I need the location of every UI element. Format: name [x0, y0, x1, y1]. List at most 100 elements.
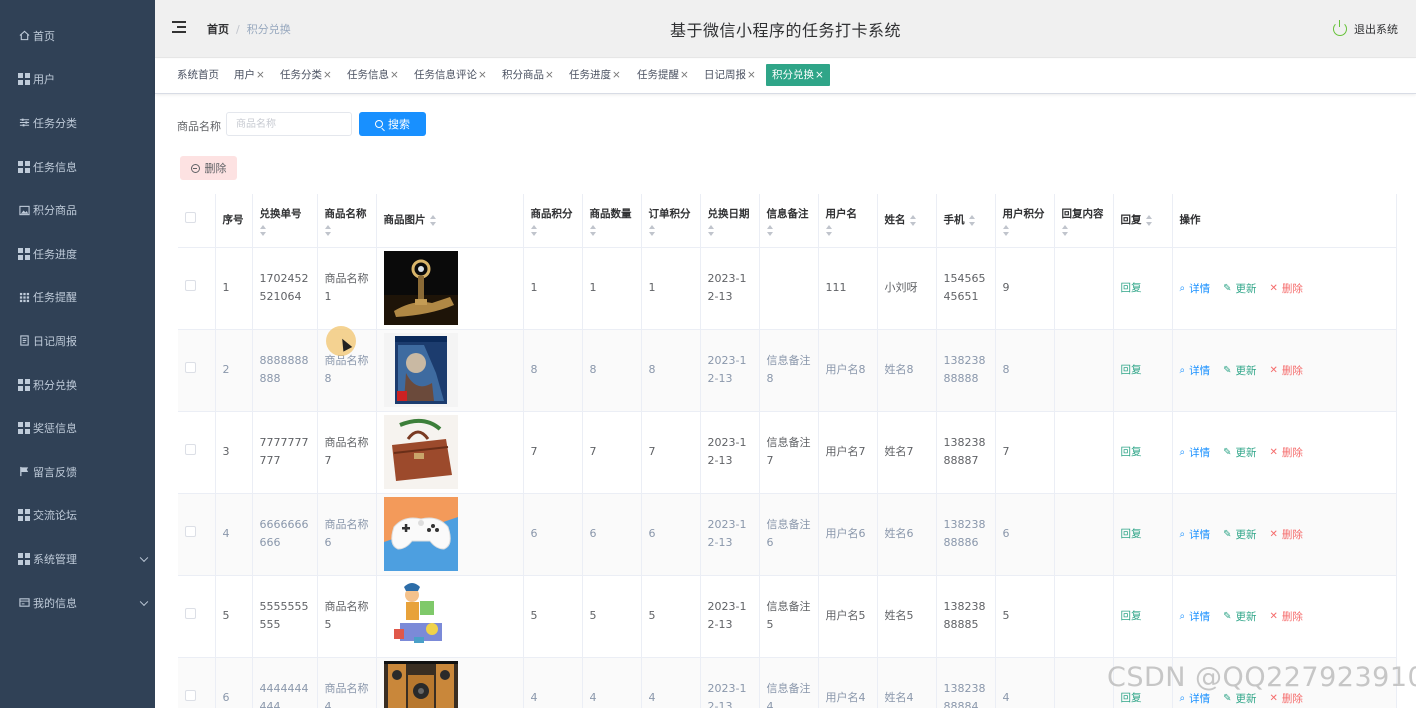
- column-header-3[interactable]: 商品图片: [376, 194, 524, 248]
- product-image[interactable]: [383, 415, 516, 489]
- column-header-5[interactable]: 商品数量: [582, 194, 642, 248]
- sort-icon[interactable]: [708, 224, 715, 236]
- reply-button[interactable]: 回复: [1121, 692, 1142, 704]
- column-header-9[interactable]: 用户名: [818, 194, 878, 248]
- sidebar-item-3[interactable]: 任务信息: [0, 145, 155, 189]
- column-header-12[interactable]: 用户积分: [995, 194, 1055, 248]
- column-header-0[interactable]: 序号: [215, 194, 253, 248]
- tag-7[interactable]: 任务提醒×: [637, 64, 689, 86]
- product-image[interactable]: [383, 497, 516, 571]
- detail-button[interactable]: ⌕ 详情: [1180, 526, 1211, 544]
- search-button[interactable]: 搜索: [359, 112, 426, 136]
- reply-button[interactable]: 回复: [1121, 282, 1142, 294]
- close-icon[interactable]: ×: [680, 69, 689, 81]
- detail-button[interactable]: ⌕ 详情: [1180, 280, 1211, 298]
- sidebar-item-13[interactable]: 我的信息: [0, 581, 155, 625]
- batch-delete-button[interactable]: 删除: [180, 156, 237, 180]
- sort-icon[interactable]: [531, 224, 538, 236]
- detail-button[interactable]: ⌕ 详情: [1180, 608, 1211, 626]
- delete-button[interactable]: ✕ 删除: [1270, 444, 1303, 462]
- sort-icon[interactable]: [1062, 224, 1069, 236]
- reply-button[interactable]: 回复: [1121, 446, 1142, 458]
- delete-button[interactable]: ✕ 删除: [1270, 280, 1303, 298]
- column-header-11[interactable]: 手机: [936, 194, 996, 248]
- logout-button[interactable]: 退出系统: [1333, 20, 1398, 37]
- column-header-13[interactable]: 回复内容: [1054, 194, 1114, 248]
- tag-0[interactable]: 系统首页: [177, 64, 219, 86]
- sort-icon[interactable]: [590, 224, 597, 236]
- column-header-8[interactable]: 信息备注: [759, 194, 819, 248]
- sort-icon[interactable]: [260, 224, 267, 236]
- tag-6[interactable]: 任务进度×: [569, 64, 621, 86]
- sidebar-item-4[interactable]: 积分商品: [0, 188, 155, 232]
- update-button[interactable]: ✎ 更新: [1223, 362, 1256, 380]
- delete-button[interactable]: ✕ 删除: [1270, 608, 1303, 626]
- sidebar-item-2[interactable]: 任务分类: [0, 101, 155, 145]
- product-image[interactable]: [383, 333, 516, 407]
- tag-2[interactable]: 任务分类×: [280, 64, 332, 86]
- delete-button[interactable]: ✕ 删除: [1270, 362, 1303, 380]
- tag-1[interactable]: 用户×: [234, 64, 265, 86]
- sort-icon[interactable]: [1003, 224, 1010, 236]
- delete-button[interactable]: ✕ 删除: [1270, 526, 1303, 544]
- close-icon[interactable]: ×: [390, 69, 399, 81]
- sort-icon[interactable]: [325, 224, 332, 236]
- tag-4[interactable]: 任务信息评论×: [414, 64, 487, 86]
- sidebar-item-11[interactable]: 交流论坛: [0, 494, 155, 538]
- row-checkbox[interactable]: [185, 526, 196, 537]
- column-header-6[interactable]: 订单积分: [641, 194, 701, 248]
- close-icon[interactable]: ×: [545, 69, 554, 81]
- update-button[interactable]: ✎ 更新: [1223, 608, 1256, 626]
- sidebar-item-12[interactable]: 系统管理: [0, 537, 155, 581]
- sort-icon[interactable]: [910, 214, 917, 226]
- sidebar-item-6[interactable]: 任务提醒: [0, 276, 155, 320]
- row-checkbox[interactable]: [185, 362, 196, 373]
- tag-8[interactable]: 日记周报×: [704, 64, 756, 86]
- column-header-4[interactable]: 商品积分: [523, 194, 583, 248]
- close-icon[interactable]: ×: [612, 69, 621, 81]
- sort-icon[interactable]: [649, 224, 656, 236]
- detail-button[interactable]: ⌕ 详情: [1180, 444, 1211, 462]
- close-icon[interactable]: ×: [815, 69, 824, 81]
- sidebar-item-5[interactable]: 任务进度: [0, 232, 155, 276]
- column-header-7[interactable]: 兑换日期: [700, 194, 760, 248]
- product-image[interactable]: [383, 251, 516, 325]
- sidebar-item-7[interactable]: 日记周报: [0, 319, 155, 363]
- tag-9[interactable]: 积分兑换×: [766, 64, 830, 86]
- column-header-2[interactable]: 商品名称: [317, 194, 377, 248]
- column-header-10[interactable]: 姓名: [877, 194, 937, 248]
- sidebar-item-1[interactable]: 用户: [0, 58, 155, 102]
- product-image[interactable]: [383, 579, 516, 653]
- close-icon[interactable]: ×: [256, 69, 265, 81]
- update-button[interactable]: ✎ 更新: [1223, 444, 1256, 462]
- row-checkbox[interactable]: [185, 690, 196, 701]
- close-icon[interactable]: ×: [747, 69, 756, 81]
- row-checkbox[interactable]: [185, 444, 196, 455]
- tag-5[interactable]: 积分商品×: [502, 64, 554, 86]
- reply-button[interactable]: 回复: [1121, 610, 1142, 622]
- detail-button[interactable]: ⌕ 详情: [1180, 362, 1211, 380]
- sidebar-item-8[interactable]: 积分兑换: [0, 363, 155, 407]
- column-header-1[interactable]: 兑换单号: [252, 194, 318, 248]
- sort-icon[interactable]: [1146, 214, 1153, 226]
- sidebar-item-10[interactable]: 留言反馈: [0, 450, 155, 494]
- update-button[interactable]: ✎ 更新: [1223, 526, 1256, 544]
- sort-icon[interactable]: [969, 214, 976, 226]
- sort-icon[interactable]: [430, 214, 437, 226]
- update-button[interactable]: ✎ 更新: [1223, 280, 1256, 298]
- sidebar-item-0[interactable]: 首页: [0, 14, 155, 58]
- close-icon[interactable]: ×: [323, 69, 332, 81]
- reply-button[interactable]: 回复: [1121, 528, 1142, 540]
- close-icon[interactable]: ×: [478, 69, 487, 81]
- reply-button[interactable]: 回复: [1121, 364, 1142, 376]
- tag-3[interactable]: 任务信息×: [347, 64, 399, 86]
- row-checkbox[interactable]: [185, 280, 196, 291]
- column-header-14[interactable]: 回复: [1113, 194, 1173, 248]
- select-all-checkbox[interactable]: [185, 212, 196, 224]
- search-input[interactable]: [226, 112, 352, 136]
- row-checkbox[interactable]: [185, 608, 196, 619]
- sort-icon[interactable]: [826, 224, 833, 236]
- sidebar-item-9[interactable]: 奖惩信息: [0, 406, 155, 450]
- product-image[interactable]: [383, 661, 516, 708]
- sort-icon[interactable]: [767, 224, 774, 236]
